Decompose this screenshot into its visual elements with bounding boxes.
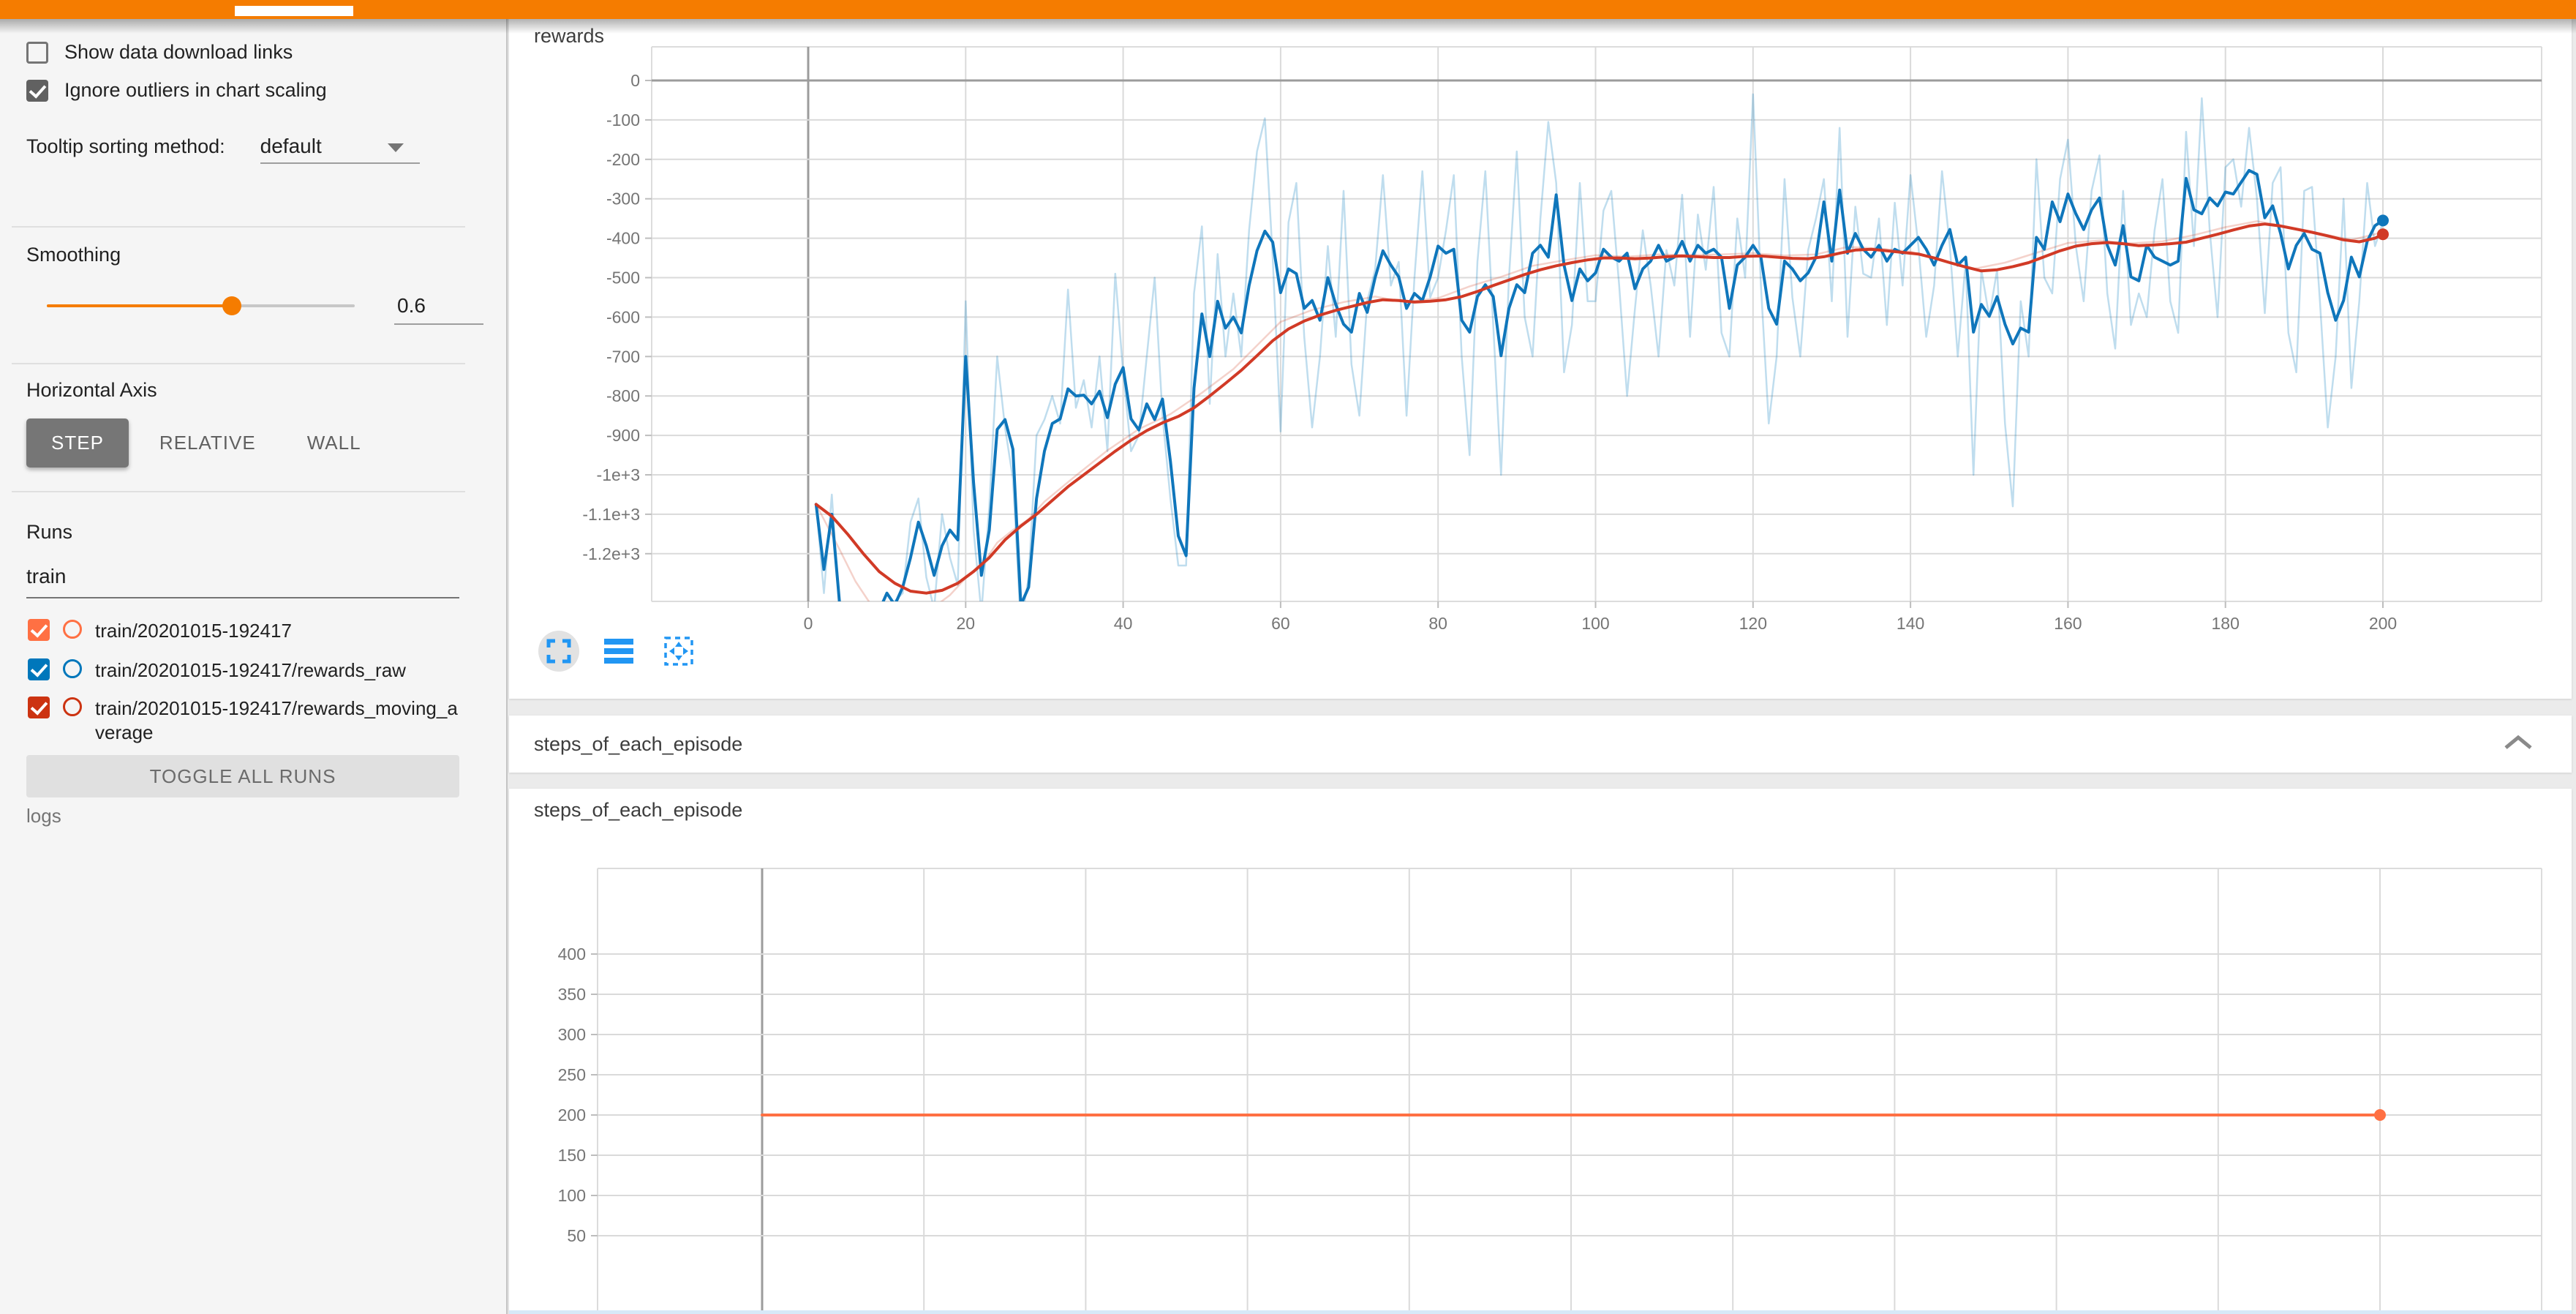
svg-text:400: 400 <box>558 945 586 964</box>
axis-relative-button[interactable]: RELATIVE <box>139 418 276 468</box>
run-color-radio[interactable] <box>63 697 82 716</box>
svg-text:-100: -100 <box>606 110 640 129</box>
steps-chart-canvas[interactable]: 400 350 300 250 200 150 100 50 <box>509 789 2572 1314</box>
expand-icon <box>546 638 572 664</box>
partial-bottom-strip <box>509 1310 2572 1314</box>
smoothing-label: Smoothing <box>26 244 121 266</box>
svg-text:180: 180 <box>2212 614 2240 633</box>
show-data-download-links-checkbox[interactable] <box>26 42 48 64</box>
run-row[interactable]: train/20201015-192417/rewards_moving_ave… <box>28 697 481 745</box>
toggle-all-runs-button[interactable]: TOGGLE ALL RUNS <box>26 755 459 797</box>
run-name-label: train/20201015-192417/rewards_raw <box>95 658 464 683</box>
run-color-radio[interactable] <box>63 620 82 639</box>
chevron-up-icon <box>2501 733 2535 752</box>
svg-text:200: 200 <box>558 1105 586 1125</box>
tensorboard-header-bar <box>0 0 2576 19</box>
svg-text:-300: -300 <box>606 189 640 209</box>
divider <box>12 491 465 492</box>
svg-text:0: 0 <box>804 614 813 633</box>
run-color-radio[interactable] <box>63 659 82 678</box>
ignore-outliers-checkbox[interactable] <box>26 80 48 102</box>
show-data-download-links-row[interactable]: Show data download links <box>26 41 293 64</box>
run-name-label: train/20201015-192417 <box>95 619 464 643</box>
ignore-outliers-label: Ignore outliers in chart scaling <box>64 79 327 102</box>
horizontal-axis-label: Horizontal Axis <box>26 379 157 402</box>
divider <box>12 226 465 228</box>
runs-filter-input[interactable]: train <box>26 565 66 588</box>
fit-domain-button[interactable] <box>658 631 699 672</box>
svg-text:200: 200 <box>2369 614 2397 633</box>
tooltip-sorting-row: Tooltip sorting method: default <box>26 135 420 158</box>
chevron-down-icon <box>388 143 404 152</box>
smoothing-slider-knob[interactable] <box>222 296 241 315</box>
svg-text:160: 160 <box>2054 614 2082 633</box>
show-data-download-links-label: Show data download links <box>64 41 293 64</box>
data-table-button[interactable] <box>598 631 639 672</box>
svg-text:-700: -700 <box>606 347 640 366</box>
expand-chart-button[interactable] <box>538 631 579 672</box>
axis-wall-button[interactable]: WALL <box>287 418 382 468</box>
active-tab-indicator <box>235 6 353 16</box>
select-underline <box>260 162 420 164</box>
collapse-section-button[interactable] <box>2501 733 2535 756</box>
svg-text:50: 50 <box>567 1226 586 1245</box>
run-checkbox[interactable] <box>28 658 50 680</box>
runs-filter-underline <box>26 597 459 598</box>
svg-text:-200: -200 <box>606 150 640 169</box>
rewards-chart-toolbar <box>538 631 699 672</box>
svg-text:300: 300 <box>558 1025 586 1044</box>
svg-text:20: 20 <box>957 614 976 633</box>
steps-chart-card: steps_of_each_episode 400350300250200150… <box>509 789 2572 1314</box>
steps-section-title: steps_of_each_episode <box>534 733 742 756</box>
smoothing-value-field[interactable]: 0.6 <box>397 294 483 318</box>
rewards-chart-card: rewards 0204060801001201401601802000-100… <box>509 18 2572 699</box>
svg-text:-400: -400 <box>606 229 640 248</box>
smoothing-slider[interactable] <box>47 304 355 307</box>
smoothing-slider-fill <box>47 304 232 307</box>
axis-step-button[interactable]: STEP <box>26 418 129 468</box>
svg-text:350: 350 <box>558 985 586 1004</box>
tooltip-sorting-value: default <box>260 135 322 157</box>
smoothing-value-underline <box>394 323 483 325</box>
logs-label: logs <box>26 805 61 827</box>
run-checkbox[interactable] <box>28 619 50 641</box>
smoothing-row: 0.6 <box>47 294 483 318</box>
svg-text:-800: -800 <box>606 386 640 405</box>
svg-text:-1.2e+3: -1.2e+3 <box>582 544 640 563</box>
runs-label: Runs <box>26 521 72 544</box>
svg-text:-900: -900 <box>606 426 640 445</box>
svg-text:80: 80 <box>1428 614 1447 633</box>
run-checkbox[interactable] <box>28 697 50 718</box>
run-name-label: train/20201015-192417/rewards_moving_ave… <box>95 697 464 745</box>
run-row[interactable]: train/20201015-192417 <box>28 619 481 643</box>
svg-text:60: 60 <box>1271 614 1290 633</box>
divider <box>12 363 465 364</box>
svg-text:0: 0 <box>630 71 640 90</box>
tooltip-sorting-select[interactable]: default <box>260 135 420 158</box>
run-row[interactable]: train/20201015-192417/rewards_raw <box>28 658 481 683</box>
svg-text:-600: -600 <box>606 307 640 326</box>
smoothing-value: 0.6 <box>397 294 426 317</box>
rows-icon <box>604 639 633 664</box>
rewards-chart-canvas[interactable]: 0 20 40 60 80 100 120 140 160 180 200 0 -100 -200 -300… <box>509 18 2572 680</box>
fit-to-data-icon <box>663 635 695 667</box>
ignore-outliers-row[interactable]: Ignore outliers in chart scaling <box>26 79 327 102</box>
svg-text:100: 100 <box>558 1186 586 1205</box>
settings-sidebar: Show data download links Ignore outliers… <box>0 0 508 1314</box>
svg-text:40: 40 <box>1114 614 1133 633</box>
svg-text:140: 140 <box>1897 614 1924 633</box>
svg-text:-500: -500 <box>606 269 640 288</box>
svg-text:150: 150 <box>558 1146 586 1165</box>
steps-section-header[interactable]: steps_of_each_episode <box>509 716 2572 773</box>
horizontal-axis-button-group: STEP RELATIVE WALL <box>26 418 382 468</box>
tooltip-sorting-label: Tooltip sorting method: <box>26 135 225 158</box>
svg-text:100: 100 <box>1581 614 1609 633</box>
svg-text:-1e+3: -1e+3 <box>597 465 640 484</box>
svg-text:250: 250 <box>558 1065 586 1084</box>
svg-text:-1.1e+3: -1.1e+3 <box>582 505 640 524</box>
svg-text:120: 120 <box>1739 614 1767 633</box>
